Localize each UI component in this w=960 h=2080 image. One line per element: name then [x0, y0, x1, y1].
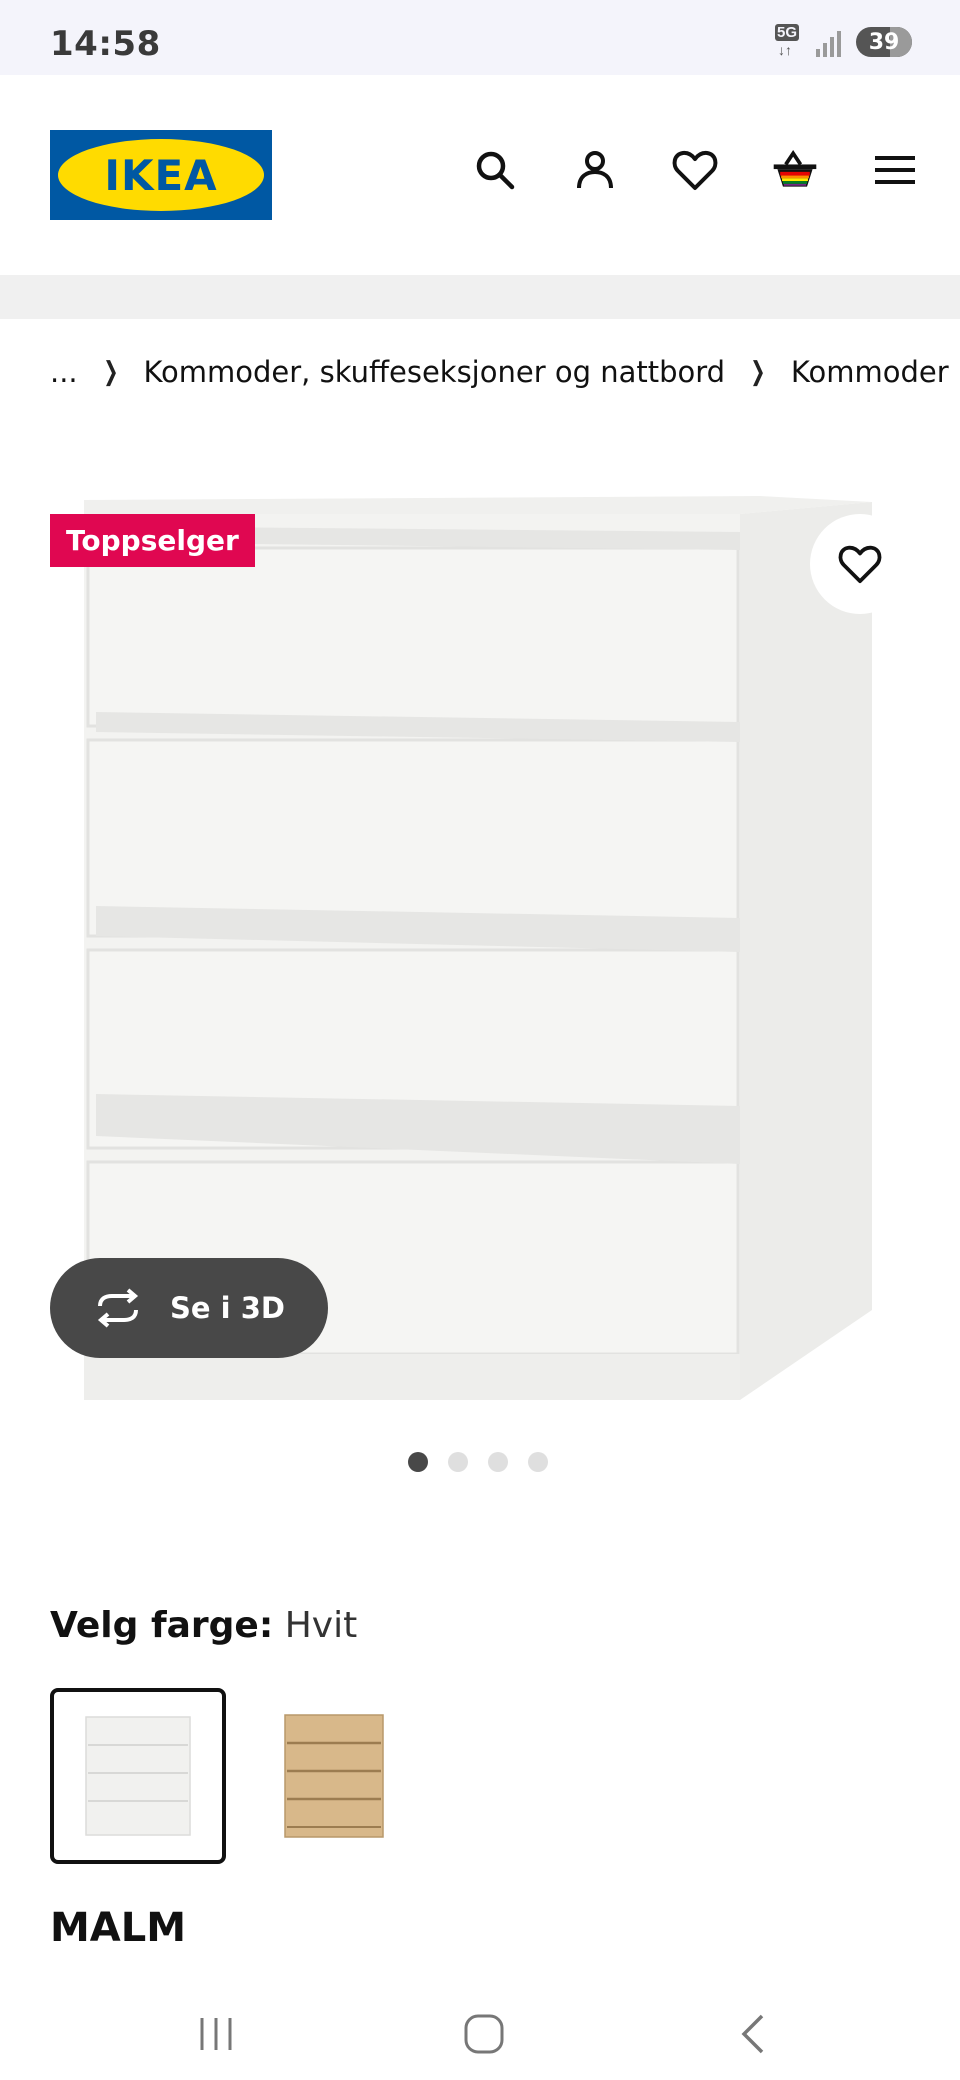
search-icon[interactable]: [470, 145, 520, 195]
oak-dresser-thumbnail: [284, 1714, 384, 1838]
product-name: MALM: [50, 1905, 187, 1951]
color-label-key: Velg farge:: [50, 1605, 274, 1646]
breadcrumb: ... ❯ Kommoder, skuffeseksjoner og nattb…: [50, 355, 949, 389]
cart-icon[interactable]: [770, 145, 820, 195]
color-swatch-oak[interactable]: [246, 1688, 422, 1864]
chevron-right-icon: ❯: [750, 357, 766, 387]
gallery-dot[interactable]: [408, 1452, 428, 1472]
rotate-3d-icon: [97, 1288, 139, 1328]
signal-icon: [816, 27, 846, 57]
gallery-dot[interactable]: [528, 1452, 548, 1472]
status-icons: 5G ↓↑ 39: [772, 24, 912, 60]
logo-text: IKEA: [104, 150, 218, 200]
sub-header-strip: [0, 275, 960, 319]
add-to-favourites-button[interactable]: [810, 514, 910, 614]
back-icon[interactable]: [724, 2010, 784, 2058]
status-time: 14:58: [50, 24, 161, 64]
breadcrumb-item-current[interactable]: Kommoder: [791, 355, 949, 389]
white-dresser-thumbnail: [85, 1716, 191, 1836]
product-gallery[interactable]: Toppselger Se i 3D: [0, 470, 960, 1430]
battery-level: 39: [868, 29, 900, 55]
gallery-dot[interactable]: [448, 1452, 468, 1472]
ikea-logo[interactable]: IKEA: [50, 130, 272, 220]
view-in-3d-label: Se i 3D: [170, 1291, 285, 1325]
account-icon[interactable]: [570, 145, 620, 195]
status-bar: 14:58 5G ↓↑ 39: [0, 0, 960, 75]
system-nav-bar: [0, 1980, 960, 2080]
breadcrumb-item-ellipsis[interactable]: ...: [50, 355, 78, 389]
favourites-icon[interactable]: [670, 145, 720, 195]
gallery-pagination: [408, 1452, 548, 1472]
battery-icon: 39: [856, 27, 912, 57]
site-header: IKEA: [0, 75, 960, 275]
gallery-dot[interactable]: [488, 1452, 508, 1472]
heart-icon: [838, 545, 882, 584]
color-selector-label: Velg farge: Hvit: [50, 1605, 357, 1646]
chevron-right-icon: ❯: [102, 357, 119, 387]
top-seller-badge: Toppselger: [50, 514, 255, 567]
header-actions: [470, 145, 920, 195]
color-swatch-white[interactable]: [50, 1688, 226, 1864]
menu-icon[interactable]: [870, 145, 920, 195]
recent-apps-icon[interactable]: [186, 2010, 246, 2058]
view-in-3d-button[interactable]: Se i 3D: [50, 1258, 328, 1358]
home-icon[interactable]: [454, 2010, 514, 2058]
breadcrumb-item-category[interactable]: Kommoder, skuffeseksjoner og nattbord: [143, 355, 725, 389]
network-5g-icon: 5G ↓↑: [775, 24, 800, 58]
color-label-value: Hvit: [284, 1605, 358, 1646]
